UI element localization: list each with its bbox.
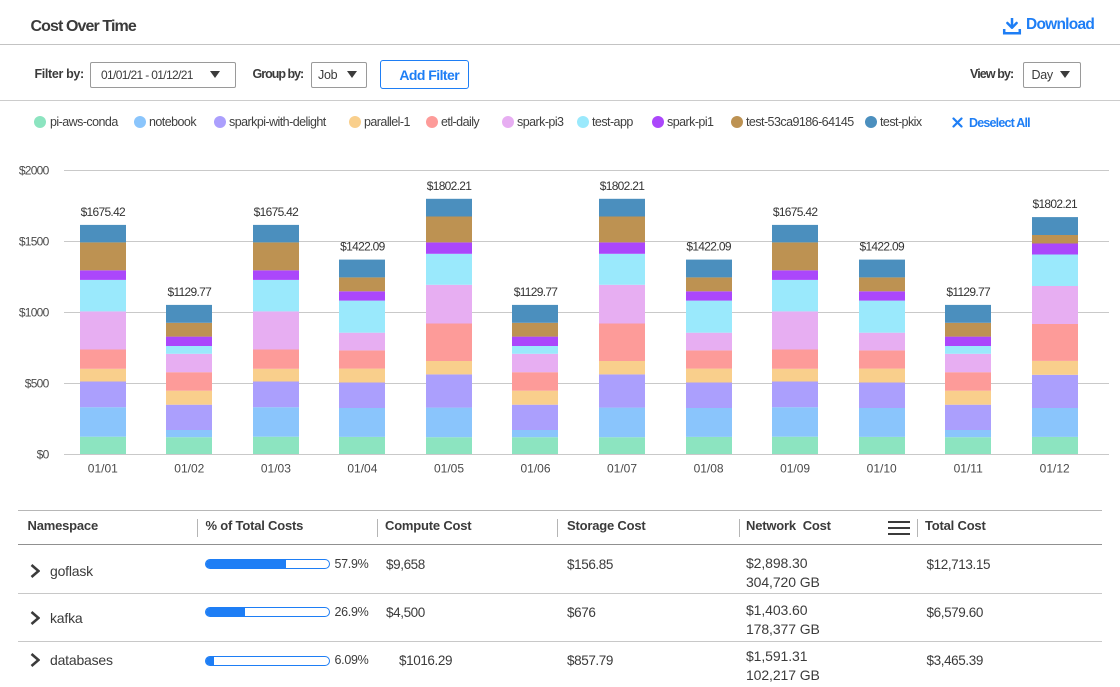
svg-text:$1129.77: $1129.77 (946, 285, 991, 299)
svg-text:$1422.09: $1422.09 (859, 240, 904, 254)
svg-text:01/01: 01/01 (88, 462, 118, 476)
svg-text:$1802.21: $1802.21 (427, 179, 472, 193)
svg-text:$1422.09: $1422.09 (686, 240, 731, 254)
svg-text:$1500: $1500 (19, 235, 50, 249)
svg-text:$1675.42: $1675.42 (773, 205, 818, 219)
svg-text:01/10: 01/10 (867, 462, 897, 476)
svg-text:$1129.77: $1129.77 (168, 285, 213, 299)
svg-text:01/09: 01/09 (780, 462, 810, 476)
svg-text:01/12: 01/12 (1040, 462, 1070, 476)
svg-text:$0: $0 (37, 448, 50, 462)
svg-text:01/03: 01/03 (261, 462, 291, 476)
svg-text:01/11: 01/11 (954, 462, 983, 476)
svg-text:$1675.42: $1675.42 (254, 205, 299, 219)
svg-text:$1422.09: $1422.09 (340, 240, 385, 254)
svg-text:$2000: $2000 (19, 164, 50, 178)
svg-text:$1000: $1000 (19, 306, 50, 320)
svg-text:01/07: 01/07 (607, 462, 637, 476)
svg-text:01/05: 01/05 (434, 462, 464, 476)
svg-text:01/08: 01/08 (694, 462, 724, 476)
svg-text:$1802.21: $1802.21 (600, 179, 645, 193)
svg-text:01/06: 01/06 (520, 462, 550, 476)
svg-text:01/02: 01/02 (174, 462, 204, 476)
svg-text:$1675.42: $1675.42 (81, 205, 126, 219)
svg-text:$1129.77: $1129.77 (514, 285, 559, 299)
svg-text:$500: $500 (25, 377, 50, 391)
svg-text:$1802.21: $1802.21 (1032, 197, 1077, 211)
svg-text:01/04: 01/04 (347, 462, 377, 476)
